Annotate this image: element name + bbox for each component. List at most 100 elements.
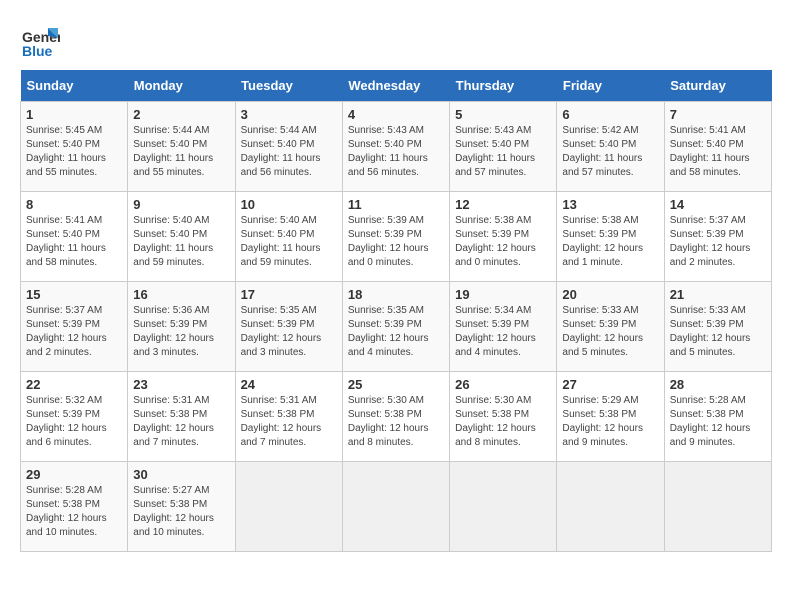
day-info: Sunrise: 5:39 AMSunset: 5:39 PMDaylight:…	[348, 214, 444, 270]
calendar-day-cell: 20Sunrise: 5:33 AMSunset: 5:39 PMDayligh…	[557, 282, 664, 372]
day-number: 9	[133, 197, 229, 212]
day-number: 17	[241, 287, 337, 302]
calendar-day-cell: 30 Sunrise: 5:27 AMSunset: 5:38 PMDayligh…	[128, 462, 235, 552]
calendar-day-cell: 1Sunrise: 5:45 AMSunset: 5:40 PMDaylight…	[21, 102, 128, 192]
calendar-day-cell: 12 Sunrise: 5:38 AMSunset: 5:39 PMDayligh…	[450, 192, 557, 282]
calendar-day-cell: 11 Sunrise: 5:39 AMSunset: 5:39 PMDayligh…	[342, 192, 449, 282]
svg-text:Blue: Blue	[22, 43, 53, 59]
calendar-day-cell: 17 Sunrise: 5:35 AMSunset: 5:39 PMDayligh…	[235, 282, 342, 372]
calendar-day-cell	[235, 462, 342, 552]
calendar-week-row: 8 Sunrise: 5:41 AMSunset: 5:40 PMDaylight…	[21, 192, 772, 282]
weekday-header: Wednesday	[342, 70, 449, 102]
day-number: 25	[348, 377, 444, 392]
calendar-day-cell: 25 Sunrise: 5:30 AMSunset: 5:38 PMDayligh…	[342, 372, 449, 462]
calendar-day-cell: 26Sunrise: 5:30 AMSunset: 5:38 PMDayligh…	[450, 372, 557, 462]
day-number: 4	[348, 107, 444, 122]
weekday-header: Friday	[557, 70, 664, 102]
day-number: 15	[26, 287, 122, 302]
day-number: 8	[26, 197, 122, 212]
day-number: 18	[348, 287, 444, 302]
day-info: Sunrise: 5:31 AMSunset: 5:38 PMDaylight:…	[241, 394, 337, 450]
day-info: Sunrise: 5:38 AMSunset: 5:39 PMDaylight:…	[455, 214, 551, 270]
day-number: 5	[455, 107, 551, 122]
calendar-day-cell: 10 Sunrise: 5:40 AMSunset: 5:40 PMDayligh…	[235, 192, 342, 282]
day-info: Sunrise: 5:33 AMSunset: 5:39 PMDaylight:…	[562, 304, 658, 360]
day-info: Sunrise: 5:35 AMSunset: 5:39 PMDaylight:…	[348, 304, 444, 360]
day-number: 19	[455, 287, 551, 302]
day-info: Sunrise: 5:37 AMSunset: 5:39 PMDaylight:…	[26, 304, 122, 360]
day-info: Sunrise: 5:45 AMSunset: 5:40 PMDaylight:…	[26, 124, 122, 180]
weekday-header: Monday	[128, 70, 235, 102]
day-info: Sunrise: 5:44 AMSunset: 5:40 PMDaylight:…	[133, 124, 229, 180]
calendar-day-cell	[557, 462, 664, 552]
day-info: Sunrise: 5:44 AMSunset: 5:40 PMDaylight:…	[241, 124, 337, 180]
calendar-day-cell: 6Sunrise: 5:42 AMSunset: 5:40 PMDaylight…	[557, 102, 664, 192]
day-number: 7	[670, 107, 766, 122]
calendar-week-row: 15 Sunrise: 5:37 AMSunset: 5:39 PMDayligh…	[21, 282, 772, 372]
calendar-day-cell: 16Sunrise: 5:36 AMSunset: 5:39 PMDayligh…	[128, 282, 235, 372]
day-number: 16	[133, 287, 229, 302]
day-number: 13	[562, 197, 658, 212]
calendar-day-cell	[450, 462, 557, 552]
calendar-day-cell: 9 Sunrise: 5:40 AMSunset: 5:40 PMDaylight…	[128, 192, 235, 282]
calendar-week-row: 1Sunrise: 5:45 AMSunset: 5:40 PMDaylight…	[21, 102, 772, 192]
day-info: Sunrise: 5:35 AMSunset: 5:39 PMDaylight:…	[241, 304, 337, 360]
day-number: 2	[133, 107, 229, 122]
day-info: Sunrise: 5:30 AMSunset: 5:38 PMDaylight:…	[348, 394, 444, 450]
calendar-day-cell: 3 Sunrise: 5:44 AMSunset: 5:40 PMDaylight…	[235, 102, 342, 192]
day-number: 12	[455, 197, 551, 212]
day-number: 27	[562, 377, 658, 392]
calendar-day-cell: 4 Sunrise: 5:43 AMSunset: 5:40 PMDaylight…	[342, 102, 449, 192]
weekday-header: Sunday	[21, 70, 128, 102]
day-info: Sunrise: 5:43 AMSunset: 5:40 PMDaylight:…	[348, 124, 444, 180]
day-info: Sunrise: 5:41 AMSunset: 5:40 PMDaylight:…	[26, 214, 122, 270]
day-info: Sunrise: 5:37 AMSunset: 5:39 PMDaylight:…	[670, 214, 766, 270]
calendar-day-cell: 5 Sunrise: 5:43 AMSunset: 5:40 PMDaylight…	[450, 102, 557, 192]
calendar-day-cell: 23 Sunrise: 5:31 AMSunset: 5:38 PMDayligh…	[128, 372, 235, 462]
calendar-day-cell: 21 Sunrise: 5:33 AMSunset: 5:39 PMDayligh…	[664, 282, 771, 372]
calendar-day-cell: 14 Sunrise: 5:37 AMSunset: 5:39 PMDayligh…	[664, 192, 771, 282]
weekday-header: Thursday	[450, 70, 557, 102]
calendar-day-cell: 8 Sunrise: 5:41 AMSunset: 5:40 PMDaylight…	[21, 192, 128, 282]
day-number: 3	[241, 107, 337, 122]
day-info: Sunrise: 5:33 AMSunset: 5:39 PMDaylight:…	[670, 304, 766, 360]
header: General Blue	[20, 20, 772, 60]
calendar-day-cell: 19 Sunrise: 5:34 AMSunset: 5:39 PMDayligh…	[450, 282, 557, 372]
calendar-day-cell: 13 Sunrise: 5:38 AMSunset: 5:39 PMDayligh…	[557, 192, 664, 282]
day-number: 11	[348, 197, 444, 212]
calendar-day-cell: 2 Sunrise: 5:44 AMSunset: 5:40 PMDaylight…	[128, 102, 235, 192]
day-info: Sunrise: 5:41 AMSunset: 5:40 PMDaylight:…	[670, 124, 766, 180]
calendar-day-cell: 24 Sunrise: 5:31 AMSunset: 5:38 PMDayligh…	[235, 372, 342, 462]
calendar-day-cell	[342, 462, 449, 552]
weekday-header: Saturday	[664, 70, 771, 102]
calendar-day-cell: 18 Sunrise: 5:35 AMSunset: 5:39 PMDayligh…	[342, 282, 449, 372]
day-number: 26	[455, 377, 551, 392]
day-number: 21	[670, 287, 766, 302]
day-number: 24	[241, 377, 337, 392]
day-info: Sunrise: 5:27 AMSunset: 5:38 PMDaylight:…	[133, 484, 229, 540]
day-info: Sunrise: 5:40 AMSunset: 5:40 PMDaylight:…	[241, 214, 337, 270]
day-number: 14	[670, 197, 766, 212]
day-info: Sunrise: 5:40 AMSunset: 5:40 PMDaylight:…	[133, 214, 229, 270]
day-number: 22	[26, 377, 122, 392]
day-number: 29	[26, 467, 122, 482]
day-info: Sunrise: 5:43 AMSunset: 5:40 PMDaylight:…	[455, 124, 551, 180]
calendar-week-row: 29 Sunrise: 5:28 AMSunset: 5:38 PMDayligh…	[21, 462, 772, 552]
day-info: Sunrise: 5:28 AMSunset: 5:38 PMDaylight:…	[26, 484, 122, 540]
day-number: 23	[133, 377, 229, 392]
calendar-table: SundayMondayTuesdayWednesdayThursdayFrid…	[20, 70, 772, 552]
day-number: 28	[670, 377, 766, 392]
calendar-day-cell: 27 Sunrise: 5:29 AMSunset: 5:38 PMDayligh…	[557, 372, 664, 462]
calendar-day-cell: 7 Sunrise: 5:41 AMSunset: 5:40 PMDaylight…	[664, 102, 771, 192]
day-number: 6	[562, 107, 658, 122]
calendar-week-row: 22Sunrise: 5:32 AMSunset: 5:39 PMDayligh…	[21, 372, 772, 462]
logo-icon: General Blue	[20, 20, 60, 60]
calendar-day-cell: 28Sunrise: 5:28 AMSunset: 5:38 PMDayligh…	[664, 372, 771, 462]
day-info: Sunrise: 5:34 AMSunset: 5:39 PMDaylight:…	[455, 304, 551, 360]
day-info: Sunrise: 5:38 AMSunset: 5:39 PMDaylight:…	[562, 214, 658, 270]
day-number: 10	[241, 197, 337, 212]
day-info: Sunrise: 5:31 AMSunset: 5:38 PMDaylight:…	[133, 394, 229, 450]
calendar-day-cell: 29 Sunrise: 5:28 AMSunset: 5:38 PMDayligh…	[21, 462, 128, 552]
day-info: Sunrise: 5:29 AMSunset: 5:38 PMDaylight:…	[562, 394, 658, 450]
day-number: 30	[133, 467, 229, 482]
